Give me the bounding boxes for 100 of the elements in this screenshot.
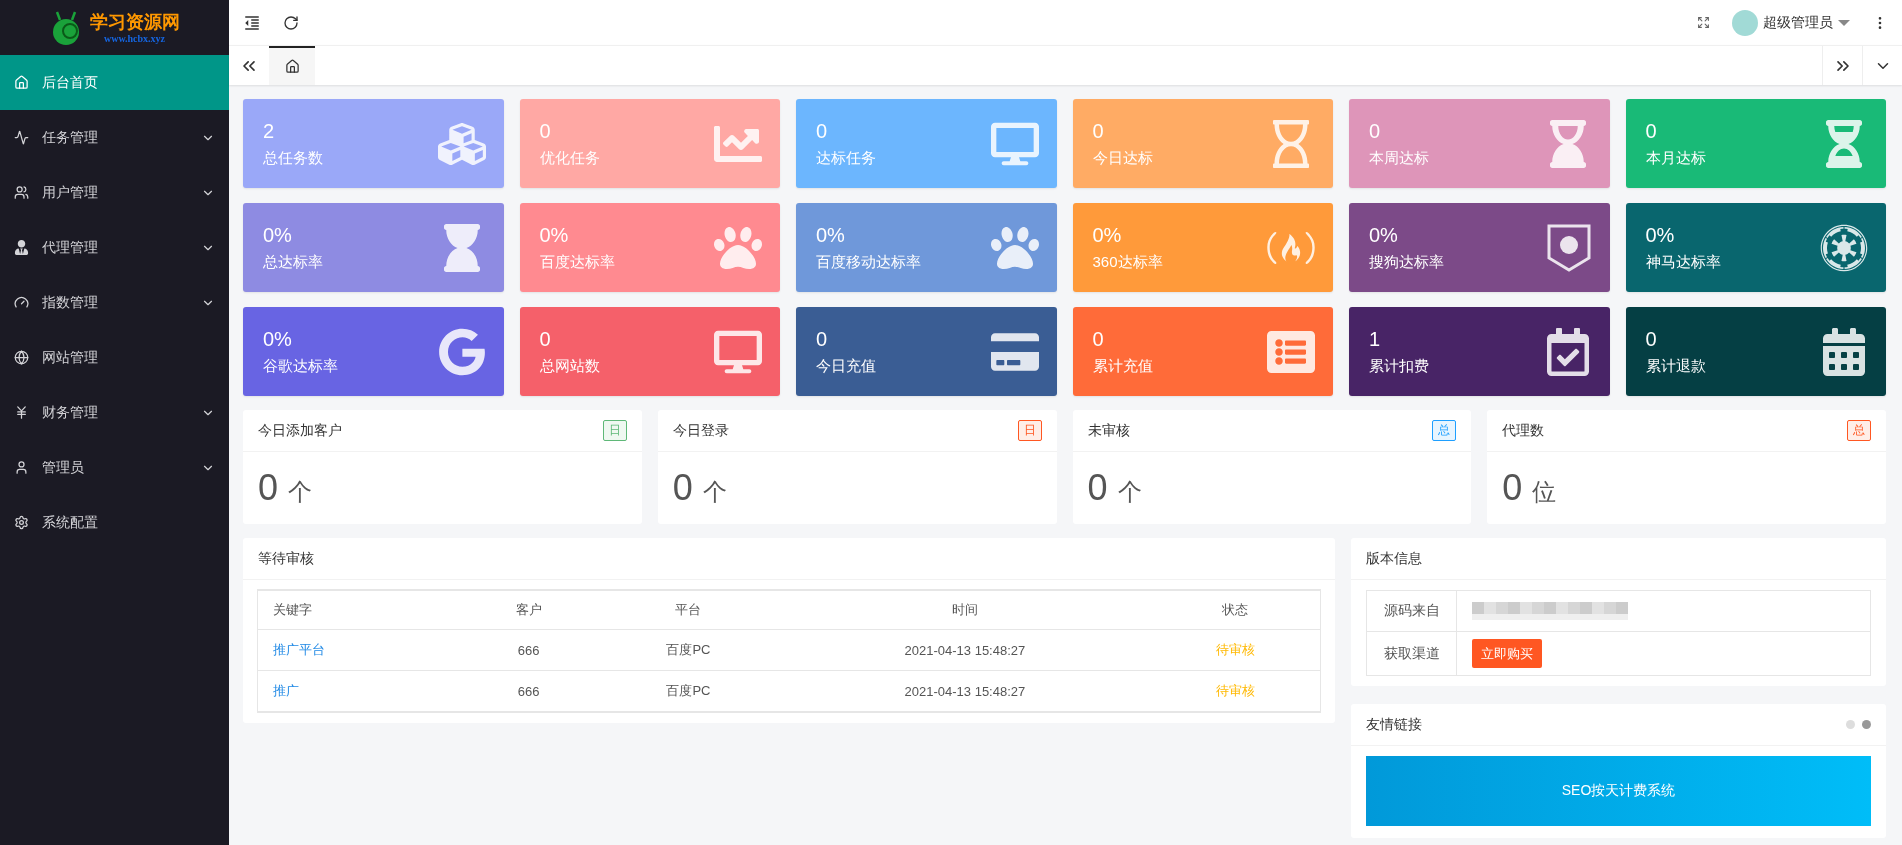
table-cell: 获取渠道 xyxy=(1366,631,1457,676)
stat-value: 0 xyxy=(1087,467,1108,509)
home-tab[interactable] xyxy=(269,46,315,85)
column-header: 客户 xyxy=(459,590,598,630)
card-value: 0 xyxy=(1645,327,1658,351)
panel-title: 友情链接 xyxy=(1366,715,1423,734)
calendar-icon xyxy=(1820,327,1868,376)
yen-icon xyxy=(14,405,29,420)
panel-title: 今日添加客户 xyxy=(258,421,343,440)
column-header: 平台 xyxy=(597,590,780,630)
user-name[interactable]: 超级管理员 xyxy=(1763,13,1833,32)
card-value: 0% xyxy=(816,223,846,247)
card-label: 累计退款 xyxy=(1645,356,1707,376)
table-cell: 2021-04-13 15:48:27 xyxy=(779,629,1151,671)
home-icon xyxy=(284,59,300,74)
globe-icon xyxy=(14,350,29,365)
sidebar-item[interactable]: 任务管理 xyxy=(0,110,229,165)
card-label: 搜狗达标率 xyxy=(1369,252,1445,272)
card-value: 0% xyxy=(263,327,293,351)
table-cell: 百度PC xyxy=(597,670,780,712)
sidebar-item[interactable]: 指数管理 xyxy=(0,275,229,330)
card-value: 0% xyxy=(1369,223,1399,247)
carousel-dot[interactable] xyxy=(1846,720,1855,729)
period-badge: 总 xyxy=(1432,420,1457,441)
panel-title: 未审核 xyxy=(1087,421,1131,440)
card-value: 0 xyxy=(539,119,552,143)
sidebar-item[interactable]: 系统配置 xyxy=(0,495,229,550)
logo-title: 学习资源网 xyxy=(89,11,180,33)
card-label: 谷歌达标率 xyxy=(263,356,339,376)
card-label: 今日达标 xyxy=(1092,148,1154,168)
card-value: 0% xyxy=(1645,223,1676,247)
emblem-icon xyxy=(1820,223,1868,272)
stat-value: 0 xyxy=(1502,467,1523,509)
card-label: 百度达标率 xyxy=(539,252,616,272)
card-label: 本月达标 xyxy=(1645,148,1707,168)
user-icon xyxy=(14,460,29,475)
panel-title: 等待审核 xyxy=(258,549,315,568)
card-label: 达标任务 xyxy=(816,148,877,168)
card-value: 0% xyxy=(263,223,293,247)
card-value: 0% xyxy=(539,223,570,247)
card-label: 总网站数 xyxy=(539,356,601,376)
column-header: 状态 xyxy=(1150,590,1320,630)
table-cell: 666 xyxy=(459,629,598,671)
card-label: 累计充值 xyxy=(1092,356,1154,376)
panel-title: 今日登录 xyxy=(672,421,730,440)
stat-value: 0 xyxy=(672,467,693,509)
card-value: 0 xyxy=(1092,327,1105,351)
period-badge: 日 xyxy=(1017,420,1042,441)
card-label: 神马达标率 xyxy=(1645,252,1722,272)
sidebar-item[interactable]: 网站管理 xyxy=(0,330,229,385)
fullscreen-icon[interactable] xyxy=(1697,16,1710,29)
sidebar-item[interactable]: 后台首页 xyxy=(0,55,229,110)
stat-unit: 个 xyxy=(288,477,313,507)
panel-title: 版本信息 xyxy=(1366,549,1423,568)
table-cell: 源码来自 xyxy=(1366,590,1457,632)
table-cell: 666 xyxy=(459,670,598,712)
home-icon xyxy=(14,75,29,90)
table-cell: 2021-04-13 15:48:27 xyxy=(779,670,1151,712)
period-badge: 总 xyxy=(1847,420,1871,441)
card-label: 今日充值 xyxy=(816,356,877,376)
column-header: 关键字 xyxy=(258,590,460,630)
stat-unit: 位 xyxy=(1532,477,1557,507)
gauge-icon xyxy=(14,295,29,310)
users-icon xyxy=(14,185,29,200)
google-icon xyxy=(437,327,486,376)
card-value: 1 xyxy=(1369,327,1382,351)
period-badge: 日 xyxy=(602,420,627,441)
sidebar-item[interactable]: 代理管理 xyxy=(0,220,229,275)
collapse-menu-icon[interactable] xyxy=(243,13,261,32)
card-value: 0% xyxy=(1092,223,1123,247)
card-value: 0 xyxy=(1369,119,1382,143)
sidebar-item[interactable]: 财务管理 xyxy=(0,385,229,440)
refresh-icon[interactable] xyxy=(283,14,299,31)
status-text: 待审核 xyxy=(1150,670,1320,712)
column-header: 时间 xyxy=(779,590,1151,630)
carousel-dot[interactable] xyxy=(1862,720,1871,729)
sidebar-item[interactable]: 用户管理 xyxy=(0,165,229,220)
sidebar-item[interactable]: 管理员 xyxy=(0,440,229,495)
caret-icon[interactable] xyxy=(1838,19,1850,26)
stat-value: 0 xyxy=(258,467,279,509)
card-value: 0 xyxy=(816,119,829,143)
card-label: 累计扣费 xyxy=(1369,356,1430,376)
card-label: 百度移动达标率 xyxy=(816,252,922,272)
card-value: 0 xyxy=(539,327,552,351)
settings-icon xyxy=(14,515,29,530)
person-icon xyxy=(14,240,29,255)
card-value: 0 xyxy=(816,327,829,351)
status-text: 待审核 xyxy=(1150,629,1320,671)
table-cell: 百度PC xyxy=(597,629,780,671)
keyword-link[interactable]: 推广平台 xyxy=(258,629,460,671)
keyword-link[interactable]: 推广 xyxy=(258,670,460,712)
logo-url: www.hcbx.xyz xyxy=(103,33,166,44)
stat-unit: 个 xyxy=(702,477,727,507)
card-label: 本周达标 xyxy=(1369,148,1430,168)
stat-unit: 个 xyxy=(1117,477,1142,507)
panel-title: 代理数 xyxy=(1502,421,1546,440)
card-value: 2 xyxy=(263,119,276,143)
card-label: 优化任务 xyxy=(539,148,601,168)
card-label: 总任务数 xyxy=(263,148,324,168)
card-label: 360达标率 xyxy=(1092,252,1164,272)
